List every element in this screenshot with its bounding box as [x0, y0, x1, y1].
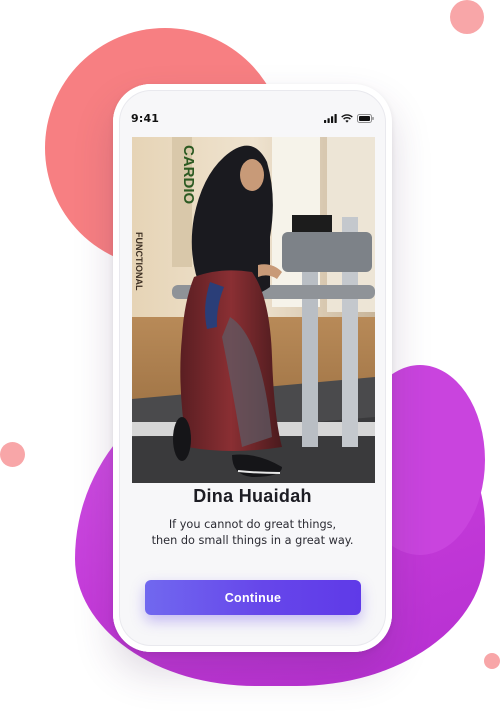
decorative-dot [484, 653, 500, 669]
person-photo: CARDIO FUNCTIONAL [132, 137, 375, 483]
quote-line: If you cannot do great things, [168, 518, 337, 531]
quote-line: then do small things in a great way. [151, 534, 354, 547]
decorative-dot [0, 442, 25, 467]
status-icons [324, 113, 374, 123]
wifi-icon [341, 113, 353, 123]
continue-button[interactable]: Continue [145, 580, 361, 615]
status-time: 9:41 [131, 111, 160, 125]
profile-quote: If you cannot do great things, then do s… [143, 517, 362, 549]
marketing-stage: 9:41 CARDIO FUNCTIONAL Dina Huaidah If y… [0, 0, 500, 716]
battery-icon [357, 113, 374, 123]
profile-name: Dina Huaidah [193, 486, 312, 506]
phone-mockup: 9:41 CARDIO FUNCTIONAL Dina Huaidah If y… [113, 84, 392, 652]
status-bar: 9:41 [131, 110, 374, 126]
svg-text:FUNCTIONAL: FUNCTIONAL [134, 232, 144, 291]
decorative-dot [450, 0, 484, 34]
svg-text:CARDIO: CARDIO [180, 145, 197, 204]
signal-icon [324, 113, 337, 123]
